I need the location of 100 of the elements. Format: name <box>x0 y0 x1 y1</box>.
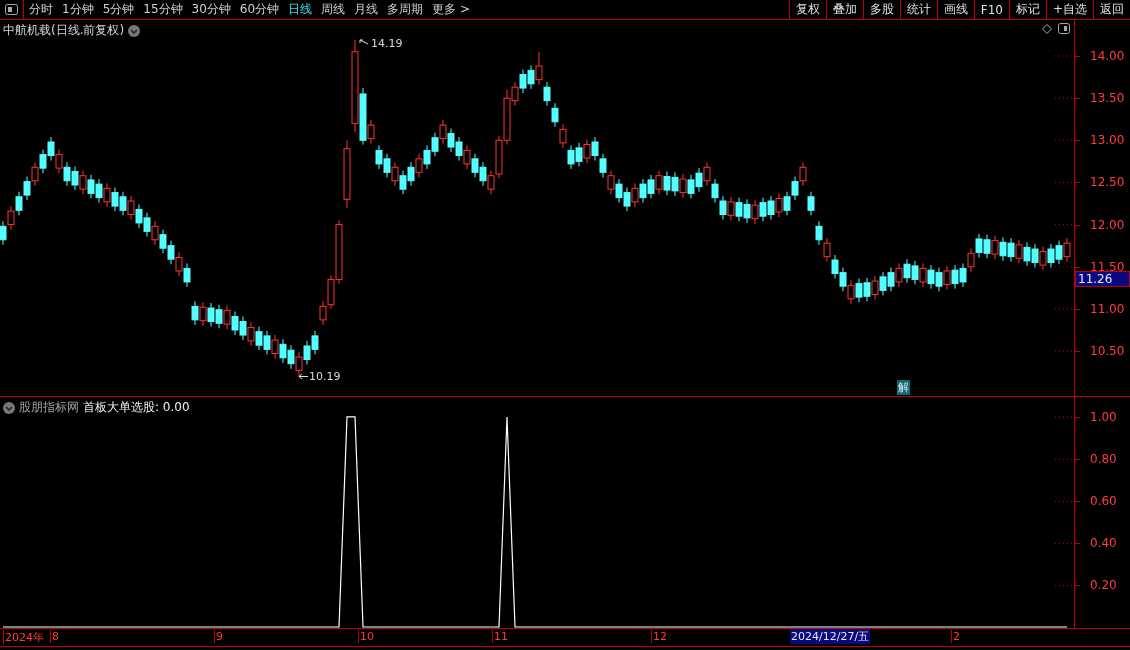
axis-label: 13.00 <box>1090 133 1125 148</box>
axis-label: 0.80 <box>1090 451 1117 466</box>
date-label: 8 <box>50 630 59 643</box>
toolbar-button[interactable]: F10 <box>973 0 1009 19</box>
candlestick <box>591 136 599 162</box>
candlestick <box>151 220 159 246</box>
candlestick <box>551 102 559 128</box>
candlestick <box>943 265 951 291</box>
period-tab[interactable]: 30分钟 <box>191 1 231 18</box>
axis-label: 0.40 <box>1090 535 1117 550</box>
candlestick <box>847 279 855 305</box>
candlestick <box>271 334 279 360</box>
candlestick <box>967 247 975 273</box>
axis-label: 12.50 <box>1090 175 1125 190</box>
period-tab[interactable]: 月线 <box>354 1 379 18</box>
period-tab[interactable]: 1分钟 <box>62 1 94 18</box>
diamond-icon[interactable] <box>1042 24 1052 34</box>
axis-label: 11.50 <box>1090 259 1125 274</box>
date-label: 2 <box>951 630 960 643</box>
candlestick <box>1039 246 1047 271</box>
arrow-icon <box>298 373 308 380</box>
axis-label: 0.60 <box>1090 493 1117 508</box>
axis-label: 10.50 <box>1090 344 1125 359</box>
candlestick <box>55 149 63 174</box>
candlestick <box>367 119 375 145</box>
candlestick <box>719 195 727 221</box>
period-tab[interactable]: 分时 <box>29 1 53 18</box>
candlestick <box>15 191 23 216</box>
candlestick <box>631 182 639 208</box>
date-label: 10 <box>358 630 374 643</box>
axis-label: 0.20 <box>1090 578 1117 592</box>
candlestick <box>295 351 303 378</box>
candlestick <box>415 153 423 178</box>
candlestick <box>823 237 831 263</box>
candlestick <box>799 161 807 187</box>
candlestick <box>0 220 7 246</box>
candlestick <box>127 195 135 221</box>
candlestick <box>247 321 255 347</box>
candlestick <box>391 161 399 187</box>
axis-label: 12.00 <box>1090 217 1125 232</box>
date-label: 11 <box>492 630 508 643</box>
candlestick <box>31 161 39 187</box>
cursor-date-label: 2024/12/27/五 <box>790 629 871 644</box>
candlestick <box>1015 239 1023 264</box>
stock-title: 中航机载(日线.前复权) <box>3 22 125 39</box>
toolbar-button[interactable]: 复权 <box>788 0 826 19</box>
chevron-down-icon[interactable] <box>128 24 141 37</box>
candlestick <box>607 170 615 195</box>
axis-label: 13.50 <box>1090 91 1125 106</box>
candlestick <box>783 191 791 216</box>
period-tab[interactable]: 周线 <box>321 1 346 18</box>
candlestick <box>487 170 495 195</box>
candlestick <box>991 235 999 260</box>
low-price-label: 10.19 <box>309 370 341 383</box>
candlestick <box>183 262 191 288</box>
candlestick <box>1063 237 1071 263</box>
arrow-icon <box>359 39 369 47</box>
toolbar-button[interactable]: 画线 <box>936 0 974 19</box>
axis-label: 11.00 <box>1090 301 1125 316</box>
high-price-label: 14.19 <box>371 37 403 50</box>
axis-label: 14.00 <box>1090 49 1125 63</box>
period-tab[interactable]: 日线 <box>288 1 313 18</box>
candlestick <box>655 170 663 195</box>
candlestick <box>7 205 15 231</box>
candlestick <box>679 173 687 199</box>
candlestick <box>895 262 903 288</box>
candlestick <box>223 305 231 330</box>
period-tab[interactable]: 15分钟 <box>143 1 183 18</box>
period-tab[interactable]: 5分钟 <box>102 1 135 18</box>
candlestick <box>535 51 543 86</box>
period-tab[interactable]: 60分钟 <box>239 1 280 18</box>
candlestick <box>807 191 815 216</box>
toolbar-button[interactable]: 叠加 <box>825 0 863 19</box>
indicator-source: 股朋指标网 <box>19 399 79 416</box>
period-tab[interactable]: 更多 > <box>432 1 470 18</box>
candlestick <box>815 220 823 246</box>
toolbar-button[interactable]: +自选 <box>1045 0 1093 19</box>
candlestick <box>751 199 759 225</box>
candlestick <box>727 196 735 221</box>
candlestick <box>791 176 799 201</box>
chevron-down-icon[interactable] <box>3 401 15 414</box>
toolbar-button[interactable]: 统计 <box>899 0 937 19</box>
candlestick <box>103 182 111 208</box>
toolbar-button[interactable]: 多股 <box>862 0 900 19</box>
toolbar-button[interactable]: 标记 <box>1008 0 1046 19</box>
event-marker[interactable]: 解 <box>897 380 910 395</box>
panel-toggle-icon[interactable] <box>1058 23 1070 34</box>
panel-toggle-icon[interactable] <box>5 4 18 15</box>
period-tab[interactable]: 多周期 <box>387 1 424 18</box>
candlestick <box>543 81 551 107</box>
toolbar-button[interactable]: 返回 <box>1093 0 1130 19</box>
candlestick <box>191 300 199 326</box>
candlestick <box>23 176 31 201</box>
candlestick <box>199 301 207 327</box>
candlestick <box>175 251 183 277</box>
date-label: 2024年 <box>3 630 44 645</box>
date-label: 12 <box>651 630 667 643</box>
candlestick <box>703 161 711 187</box>
candlestick <box>775 192 783 218</box>
date-label: 9 <box>214 630 223 643</box>
